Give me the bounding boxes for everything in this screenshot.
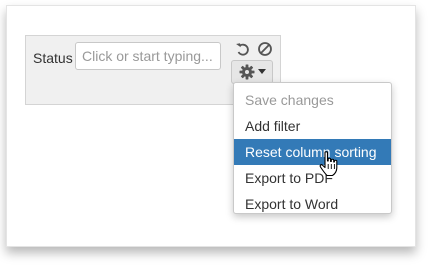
hand-cursor-icon xyxy=(319,151,338,177)
undo-button[interactable] xyxy=(234,40,252,58)
settings-dropdown-menu: Save changes Add filter Reset column sor… xyxy=(233,82,392,214)
clear-icon xyxy=(258,42,272,56)
undo-icon xyxy=(236,43,249,56)
menu-item-reset-column-sorting[interactable]: Reset column sorting xyxy=(234,139,391,165)
caret-down-icon xyxy=(257,69,266,74)
settings-dropdown-button[interactable] xyxy=(231,60,273,84)
clear-button[interactable] xyxy=(256,40,274,58)
menu-item-export-word[interactable]: Export to Word xyxy=(234,191,391,217)
menu-item-export-pdf[interactable]: Export to PDF xyxy=(234,165,391,191)
status-input[interactable] xyxy=(75,42,221,70)
menu-item-add-filter[interactable]: Add filter xyxy=(234,113,391,139)
menu-item-save-changes: Save changes xyxy=(245,92,334,108)
status-label: Status xyxy=(33,50,73,66)
gear-icon xyxy=(239,64,254,80)
